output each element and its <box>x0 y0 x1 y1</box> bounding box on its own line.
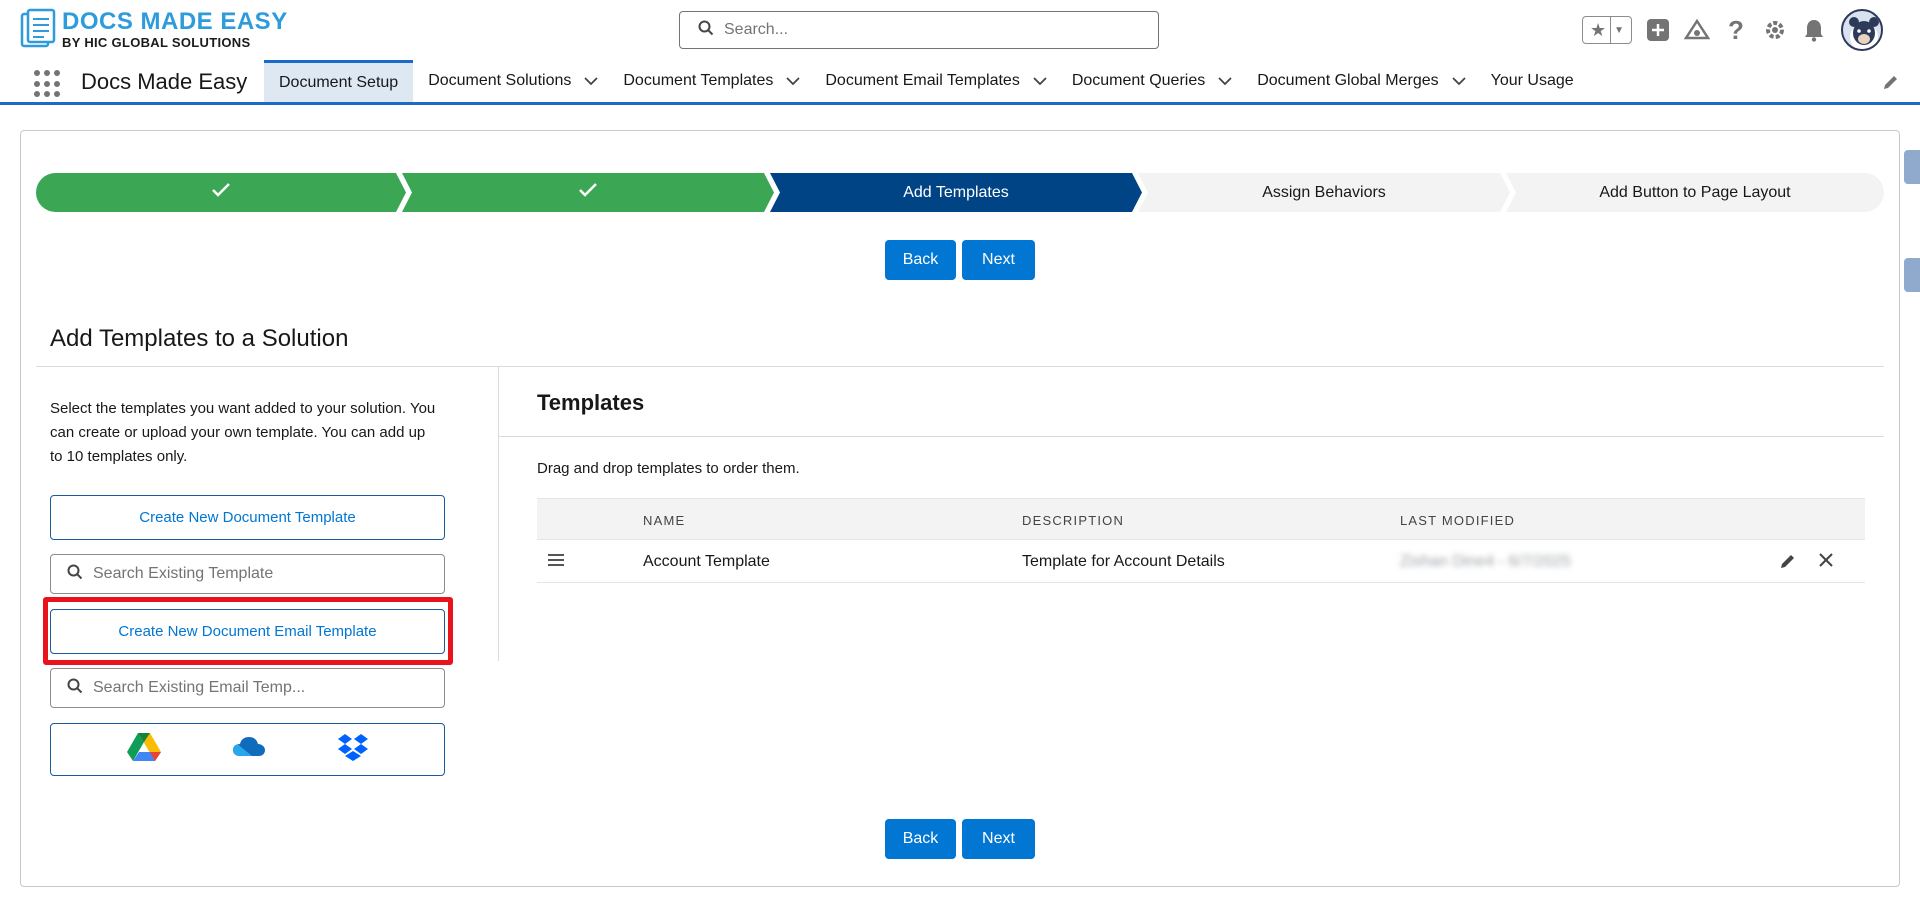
google-drive-icon[interactable] <box>126 732 161 767</box>
logo-subtitle: BY HIC GLOBAL SOLUTIONS <box>62 34 251 50</box>
star-icon: ★ <box>1589 19 1607 40</box>
favorites-button[interactable]: ★ ▼ <box>1582 16 1632 44</box>
setup-gear-icon[interactable] <box>1762 17 1788 43</box>
drag-hint-text: Drag and drop templates to order them. <box>537 460 800 477</box>
next-button[interactable]: Next <box>962 819 1035 859</box>
drag-handle-icon[interactable] <box>547 552 565 573</box>
chevron-down-icon[interactable]: ▼ <box>1610 17 1624 43</box>
column-header-description[interactable]: DESCRIPTION <box>1022 513 1124 528</box>
search-icon <box>698 20 714 41</box>
header-tools: ★ ▼ ? <box>1582 9 1883 51</box>
back-button[interactable]: Back <box>885 240 956 280</box>
template-name: Account Template <box>643 553 770 570</box>
chevron-down-icon[interactable] <box>785 73 801 89</box>
path-step-label: Add Button to Page Layout <box>1599 183 1791 201</box>
path-step-add-button[interactable]: Add Button to Page Layout <box>1506 173 1884 212</box>
column-header-name[interactable]: NAME <box>643 513 685 528</box>
global-search-input[interactable] <box>724 21 1104 39</box>
table-header: NAME DESCRIPTION LAST MODIFIED <box>537 498 1865 540</box>
tab-document-solutions[interactable]: Document Solutions <box>413 60 608 102</box>
trailhead-icon[interactable] <box>1684 17 1710 43</box>
cloud-upload-sources <box>50 723 445 776</box>
templates-heading: Templates <box>537 390 645 415</box>
app-navigation: Docs Made Easy Document Setup Document S… <box>0 60 1920 105</box>
tab-label: Document Global Merges <box>1257 72 1439 89</box>
column-divider <box>498 367 499 661</box>
next-button[interactable]: Next <box>962 240 1035 280</box>
instructions-text: Select the templates you want added to y… <box>50 400 436 465</box>
column-header-last-modified[interactable]: LAST MODIFIED <box>1400 513 1515 528</box>
app-launcher-icon[interactable] <box>34 70 62 98</box>
app-name: Docs Made Easy <box>81 69 248 94</box>
search-email-template-input[interactable] <box>93 679 433 697</box>
logo-title: DOCS MADE EASY <box>62 7 288 35</box>
progress-path: Add Templates Assign Behaviors Add Butto… <box>36 173 1884 212</box>
path-step-2[interactable] <box>402 173 774 212</box>
divider <box>499 436 1884 437</box>
check-icon <box>211 182 231 203</box>
tab-label: Document Templates <box>623 72 774 89</box>
search-icon <box>67 564 83 585</box>
user-avatar[interactable] <box>1841 9 1883 51</box>
path-step-add-templates[interactable]: Add Templates <box>770 173 1142 212</box>
check-icon <box>578 182 598 203</box>
app-logo[interactable]: DOCS MADE EASY BY HIC GLOBAL SOLUTIONS <box>18 8 288 50</box>
template-last-modified: Zishan Dine4 - 6/7/2025 <box>1400 553 1571 570</box>
tab-label: Document Queries <box>1071 72 1206 89</box>
tab-label: Document Solutions <box>428 72 572 89</box>
divider <box>36 366 1884 367</box>
table-row[interactable]: Account Template Template for Account De… <box>537 540 1865 583</box>
tab-document-email-templates[interactable]: Document Email Templates <box>810 60 1056 102</box>
templates-table: NAME DESCRIPTION LAST MODIFIED Account T… <box>537 498 1865 583</box>
tab-label: Document Setup <box>279 73 399 91</box>
edit-pencil-icon[interactable] <box>1779 552 1797 575</box>
search-icon <box>67 678 83 699</box>
global-header: DOCS MADE EASY BY HIC GLOBAL SOLUTIONS ★… <box>0 0 1920 60</box>
utility-panel-tab[interactable] <box>1904 258 1920 292</box>
dropbox-icon[interactable] <box>337 733 369 766</box>
chevron-down-icon[interactable] <box>583 73 599 89</box>
tab-your-usage[interactable]: Your Usage <box>1476 60 1589 102</box>
path-step-label: Assign Behaviors <box>1262 183 1386 201</box>
chevron-down-icon[interactable] <box>1032 73 1048 89</box>
tab-document-global-merges[interactable]: Document Global Merges <box>1242 60 1475 102</box>
create-document-template-button[interactable]: Create New Document Template <box>50 495 445 540</box>
help-icon[interactable]: ? <box>1723 15 1749 45</box>
chevron-down-icon[interactable] <box>1451 73 1467 89</box>
search-template-input[interactable] <box>93 565 433 583</box>
remove-close-icon[interactable] <box>1818 552 1834 573</box>
search-email-template-field[interactable] <box>50 668 445 708</box>
notifications-bell-icon[interactable] <box>1801 17 1827 43</box>
tab-document-queries[interactable]: Document Queries <box>1057 60 1242 102</box>
global-actions-add-icon[interactable] <box>1645 17 1671 43</box>
path-step-assign-behaviors[interactable]: Assign Behaviors <box>1138 173 1510 212</box>
document-logo-icon <box>18 8 58 50</box>
section-title: Add Templates to a Solution <box>50 325 349 352</box>
search-template-field[interactable] <box>50 554 445 594</box>
back-button[interactable]: Back <box>885 819 956 859</box>
path-step-label: Add Templates <box>903 183 1009 201</box>
edit-nav-pencil-icon[interactable] <box>1882 73 1900 96</box>
tab-label: Document Email Templates <box>825 72 1020 89</box>
template-description: Template for Account Details <box>1022 553 1225 570</box>
onedrive-icon[interactable] <box>232 736 266 763</box>
nav-tabs: Document Setup Document Solutions Docume… <box>264 60 1589 102</box>
path-step-1[interactable] <box>36 173 406 212</box>
tab-document-setup[interactable]: Document Setup <box>264 60 414 102</box>
utility-panel-tab[interactable] <box>1904 150 1920 184</box>
highlight-box <box>43 597 453 665</box>
tab-label: Your Usage <box>1490 72 1574 89</box>
chevron-down-icon[interactable] <box>1217 73 1233 89</box>
global-search[interactable] <box>679 11 1159 49</box>
tab-document-templates[interactable]: Document Templates <box>608 60 810 102</box>
